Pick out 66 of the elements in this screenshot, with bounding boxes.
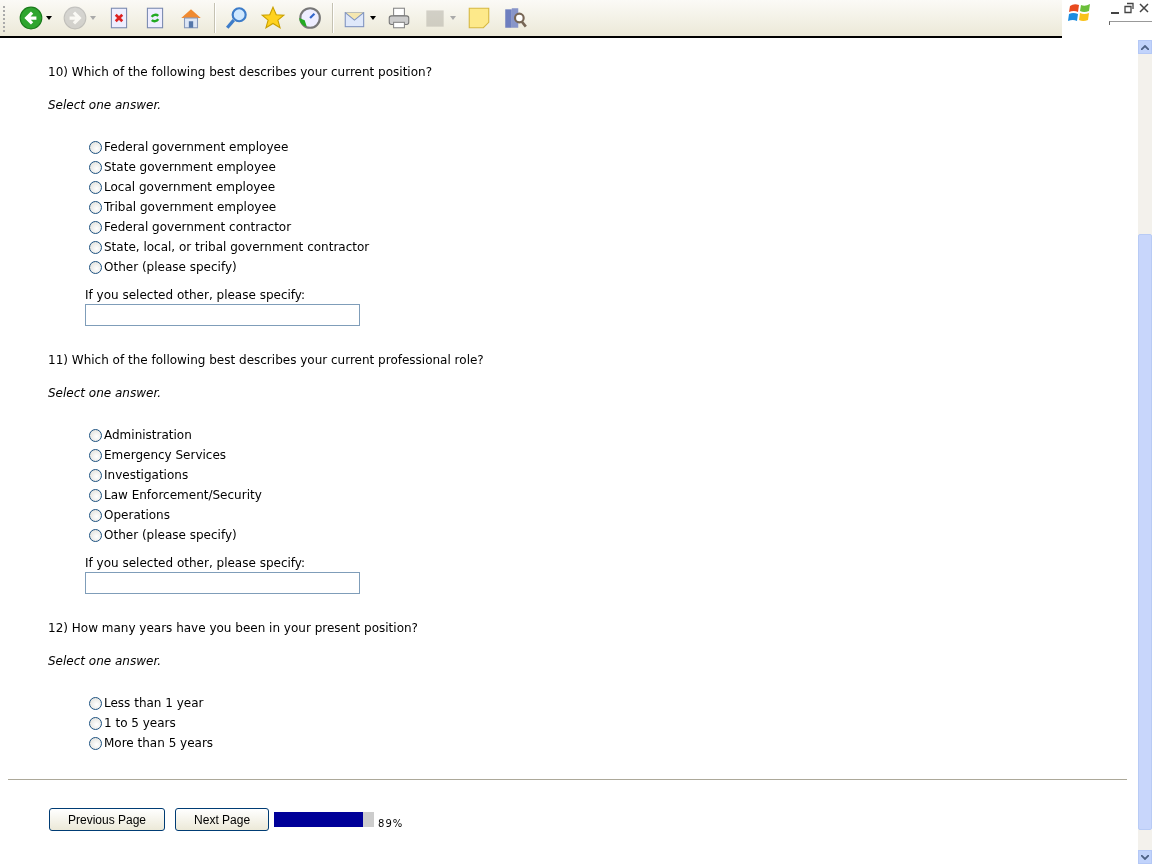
windows-flag-icon: [1068, 2, 1092, 24]
radio-button[interactable]: [89, 180, 102, 194]
radio-button[interactable]: [89, 696, 102, 710]
radio-button[interactable]: [89, 220, 102, 234]
option-label: More than 5 years: [104, 736, 214, 750]
input-field[interactable]: [85, 304, 360, 326]
chevron-up-icon: [1141, 44, 1149, 50]
page-button[interactable]: Previous Page: [49, 808, 166, 831]
scroll-up-button[interactable]: [1138, 40, 1152, 54]
caret-icon: [370, 16, 376, 20]
question-text: 12) How many years have you been in your present position?: [48, 621, 419, 635]
search-icon: [224, 5, 250, 31]
radio-button[interactable]: [89, 736, 102, 750]
radio-button[interactable]: [89, 260, 102, 274]
books-magnifier-icon: [502, 5, 528, 31]
radio-button[interactable]: [89, 140, 102, 154]
option-label: Less than 1 year: [104, 696, 204, 710]
option-label: Other (please specify): [104, 528, 237, 542]
radio-button[interactable]: [89, 488, 102, 502]
close-icon: [1138, 2, 1150, 14]
scrollbar[interactable]: [1138, 40, 1152, 864]
question-text: 10) Which of the following best describes your current position?: [48, 65, 433, 79]
radio-button[interactable]: [89, 240, 102, 254]
sticky-note-icon: [466, 5, 492, 31]
radio-button[interactable]: [89, 448, 102, 462]
instruction-text: Select one answer.: [48, 98, 163, 112]
star-icon: [260, 5, 286, 31]
radio-button[interactable]: [89, 468, 102, 482]
printer-icon: [386, 5, 412, 31]
radio-button[interactable]: [89, 428, 102, 442]
option-label: Law Enforcement/Security: [104, 488, 262, 502]
radio-button[interactable]: [89, 508, 102, 522]
option-label: Investigations: [104, 468, 189, 482]
chevron-down-icon: [1141, 854, 1149, 860]
option-label: Administration: [104, 428, 192, 442]
option-label: 1 to 5 years: [104, 716, 176, 730]
option-label: Other (please specify): [104, 260, 237, 274]
question-text: 11) Which of the following best describes your current professional role?: [48, 353, 485, 367]
scroll-down-button[interactable]: [1138, 850, 1152, 864]
radio-button[interactable]: [89, 200, 102, 214]
minimize-icon: [1111, 12, 1119, 14]
restore-icon: [1123, 2, 1135, 14]
caret-icon: [46, 16, 52, 20]
option-label: State government employee: [104, 160, 276, 174]
caret-icon: [450, 16, 456, 20]
option-label: State, local, or tribal government contractor: [104, 240, 370, 254]
option-label: Tribal government employee: [104, 200, 277, 214]
option-label: Federal government contractor: [104, 220, 292, 234]
caret-icon: [90, 16, 96, 20]
option-label: Operations: [104, 508, 170, 522]
input-field[interactable]: [85, 572, 360, 594]
close-button[interactable]: [1138, 2, 1150, 14]
option-label: Emergency Services: [104, 448, 227, 462]
option-label: Federal government employee: [104, 140, 289, 154]
restore-button[interactable]: [1123, 2, 1135, 14]
scrollbar-thumb[interactable]: [1138, 234, 1152, 830]
progress-text: 89%: [378, 818, 404, 829]
field-label: If you selected other, please specify:: [85, 556, 307, 571]
field-label: If you selected other, please specify:: [85, 288, 307, 303]
page-button[interactable]: Next Page: [175, 808, 270, 831]
instruction-text: Select one answer.: [48, 386, 163, 400]
instruction-text: Select one answer.: [48, 654, 163, 668]
radio-button[interactable]: [89, 528, 102, 542]
option-label: Local government employee: [104, 180, 276, 194]
radio-button[interactable]: [89, 716, 102, 730]
radio-button[interactable]: [89, 160, 102, 174]
